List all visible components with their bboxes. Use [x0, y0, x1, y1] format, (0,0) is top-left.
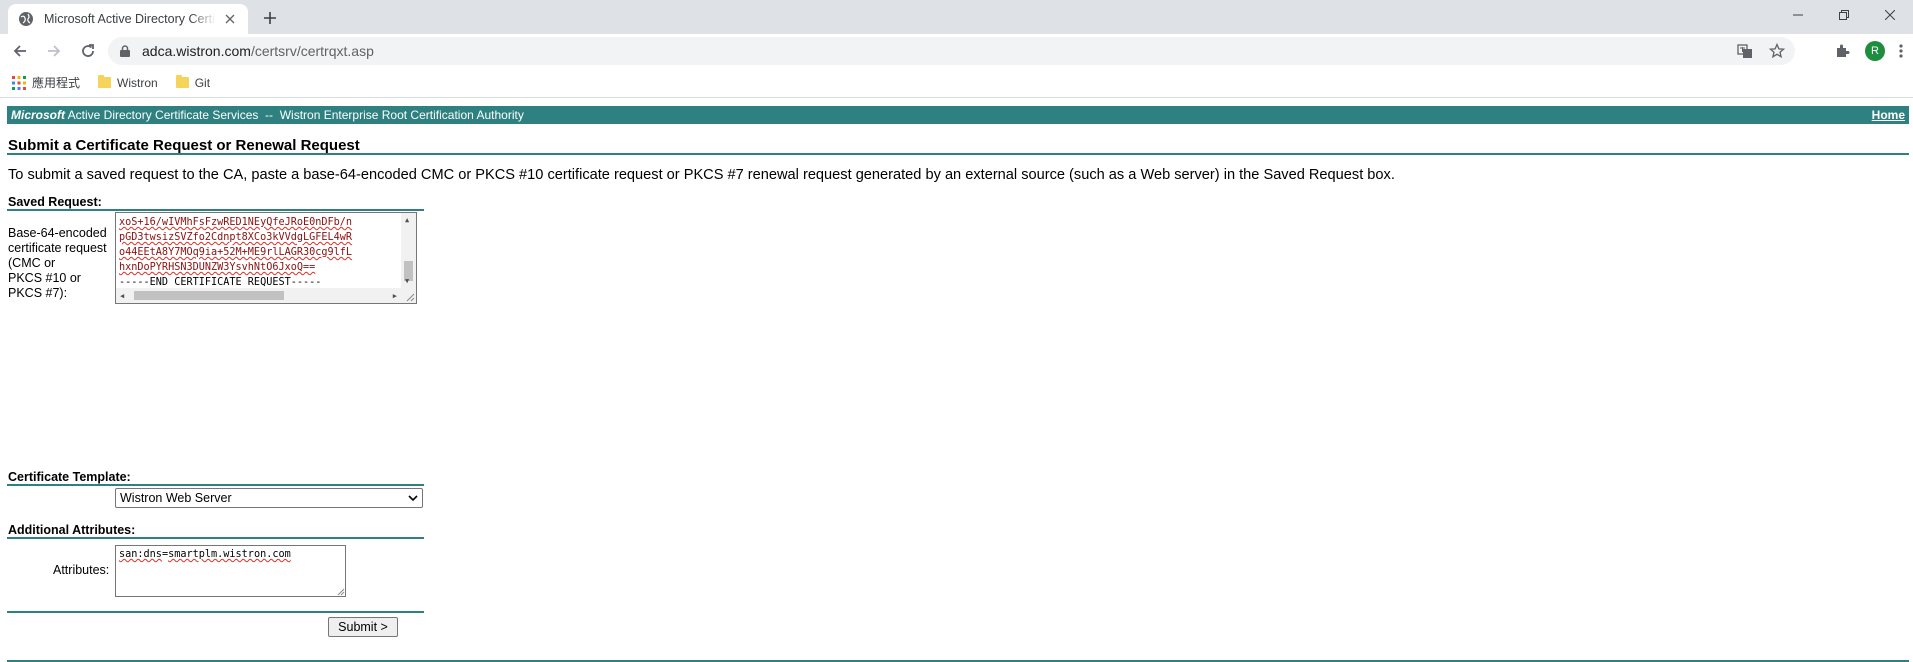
profile-avatar[interactable]: R	[1865, 41, 1885, 61]
reload-icon	[82, 44, 94, 57]
translate-icon[interactable]	[1737, 43, 1753, 59]
service-title: Active Directory Certificate Services --…	[65, 108, 524, 122]
url-host: adca.wistron.com	[142, 43, 251, 59]
close-window-button[interactable]	[1867, 0, 1913, 30]
close-tab-icon[interactable]	[222, 11, 238, 27]
additional-attributes-heading: Additional Attributes:	[8, 523, 136, 537]
folder-icon	[98, 75, 112, 88]
browser-tab[interactable]: Microsoft Active Directory Certificate S…	[8, 4, 248, 34]
kebab-menu-icon[interactable]	[1899, 43, 1903, 59]
minimize-icon	[1793, 14, 1803, 16]
restore-icon	[1839, 10, 1849, 20]
new-tab-button[interactable]	[260, 8, 280, 28]
selected-template: Wistron Web Server	[120, 491, 232, 505]
plus-icon	[264, 12, 276, 24]
forward-button[interactable]	[40, 37, 68, 65]
divider	[7, 209, 424, 211]
bookmarks-bar: 應用程式 Wistron Git	[0, 68, 1913, 98]
minimize-button[interactable]	[1775, 0, 1821, 30]
bookmark-label: Git	[194, 75, 211, 90]
bookmark-label: 應用程式	[32, 76, 81, 90]
divider	[7, 611, 424, 613]
vertical-scrollbar[interactable]: ▲ ▼	[401, 213, 416, 288]
forward-arrow-icon	[48, 45, 61, 57]
scroll-down-arrow-icon[interactable]: ▼	[405, 276, 409, 286]
saved-request-textarea[interactable]: xoS+16/wIVMhFsFzwRED1NEyQfeJRoE0nDFb/n p…	[115, 212, 417, 304]
restore-button[interactable]	[1821, 0, 1867, 30]
close-icon	[1885, 10, 1895, 20]
bookmark-apps[interactable]: 應用程式	[12, 74, 80, 91]
browser-toolbar: adca.wistron.com/certsrv/certrqxt.asp R	[0, 34, 1913, 68]
divider	[7, 484, 424, 486]
bookmark-wistron[interactable]: Wistron	[98, 75, 158, 90]
saved-request-heading: Saved Request:	[8, 195, 102, 209]
horizontal-scrollbar[interactable]: ◀ ▶	[116, 288, 401, 303]
lock-icon[interactable]	[118, 44, 132, 58]
resize-grip-icon[interactable]	[401, 288, 416, 303]
attribute-key: san:dns	[119, 549, 162, 560]
browser-tabstrip: Microsoft Active Directory Certificate S…	[0, 0, 1913, 34]
apps-grid-icon	[12, 75, 26, 90]
bookmark-git[interactable]: Git	[175, 75, 211, 90]
scrollbar-thumb[interactable]	[134, 291, 284, 300]
scroll-right-arrow-icon[interactable]: ▶	[393, 291, 397, 301]
request-line: pGD3twsizSVZfo2Cdnpt8XCo3kVVdgLGFEL4wR	[119, 232, 353, 243]
folder-icon	[175, 75, 189, 88]
page-title: Submit a Certificate Request or Renewal …	[8, 137, 360, 154]
star-icon[interactable]	[1769, 43, 1785, 59]
address-bar[interactable]: adca.wistron.com/certsrv/certrqxt.asp	[108, 37, 1795, 65]
home-link[interactable]: Home	[1872, 108, 1905, 122]
request-line: hxnDoPYRHSN3DUNZW3YsvhNtO6JxoQ==	[119, 262, 316, 273]
certificate-template-heading: Certificate Template:	[8, 470, 131, 484]
divider	[7, 537, 424, 539]
request-line: xoS+16/wIVMhFsFzwRED1NEyQfeJRoE0nDFb/n	[119, 217, 353, 228]
header-banner: Microsoft Active Directory Certificate S…	[7, 106, 1909, 124]
scroll-up-arrow-icon[interactable]: ▲	[405, 215, 409, 225]
back-button[interactable]	[6, 37, 34, 65]
extensions-puzzle-icon[interactable]	[1835, 43, 1851, 59]
brand-microsoft: Microsoft	[11, 108, 65, 122]
globe-icon	[19, 12, 33, 26]
divider	[7, 153, 1909, 155]
bookmark-label: Wistron	[117, 75, 158, 90]
submit-button[interactable]: Submit >	[328, 617, 398, 637]
scroll-left-arrow-icon[interactable]: ◀	[120, 291, 124, 301]
tab-title: Microsoft Active Directory Certificate S…	[44, 12, 216, 26]
attributes-label: Attributes:	[53, 563, 110, 577]
reload-button[interactable]	[74, 37, 102, 65]
intro-text: To submit a saved request to the CA, pas…	[8, 167, 1395, 183]
saved-request-label: Base-64-encoded certificate request (CMC…	[8, 226, 107, 300]
certificate-template-select[interactable]: Wistron Web Server	[115, 488, 423, 508]
request-line: -----END CERTIFICATE REQUEST-----	[119, 277, 322, 287]
attributes-textarea[interactable]: san:dns=smartplm.wistron.com	[115, 545, 346, 597]
attribute-host: smartplm.wistron.com	[168, 549, 291, 560]
request-line: o44EEtA8Y7MOq9ia+52M+ME9rlLAGR30cg9lfL	[119, 247, 353, 258]
resize-grip-icon[interactable]	[335, 586, 345, 596]
back-arrow-icon	[13, 45, 26, 57]
chevron-down-icon	[408, 494, 418, 501]
url-path: /certsrv/certrqxt.asp	[250, 43, 374, 59]
